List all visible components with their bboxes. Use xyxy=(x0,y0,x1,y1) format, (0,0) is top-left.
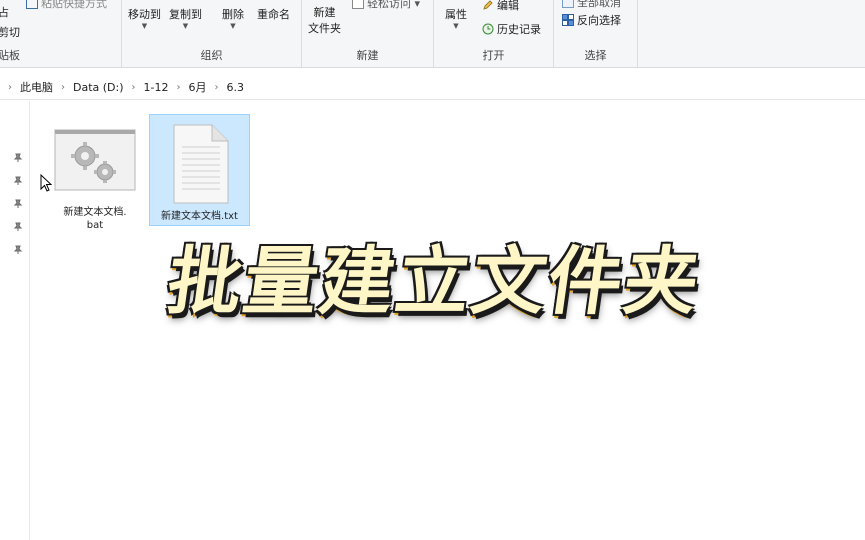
select-none-icon xyxy=(562,0,574,8)
new-group-label: 新建 xyxy=(356,49,379,62)
new-folder-label-1: 新建 xyxy=(313,6,336,19)
new-folder-label-2: 文件夹 xyxy=(308,22,341,35)
breadcrumb-chevron-icon[interactable]: › xyxy=(128,82,140,93)
move-to-button[interactable]: 移动到 ▼ xyxy=(128,6,161,30)
overlay-title: 批量建立文件夹 xyxy=(112,222,757,329)
properties-button[interactable]: 属性 ▼ xyxy=(445,6,467,30)
breadcrumb: › 此电脑 › Data (D:) › 1-12 › 6月 › 6.3 xyxy=(4,79,248,95)
edit-button[interactable]: 编辑 xyxy=(482,0,519,13)
address-bar[interactable]: › 此电脑 › Data (D:) › 1-12 › 6月 › 6.3 xyxy=(0,73,865,100)
pin-icon[interactable] xyxy=(13,199,23,209)
file-name-line: 新建文本文档. xyxy=(63,207,127,218)
cut-button[interactable]: 剪切 xyxy=(0,24,20,40)
text-file-icon xyxy=(173,124,228,204)
pin-icon[interactable] xyxy=(13,176,23,186)
clipboard-group-label: 贴板 xyxy=(0,49,20,62)
clipboard-group: 占 粘贴快捷方式 剪切 贴板 xyxy=(0,0,122,68)
delete-button[interactable]: 删除 ▼ xyxy=(222,6,244,30)
delete-label: 删除 xyxy=(222,8,244,21)
dropdown-caret-icon: ▼ xyxy=(182,22,189,30)
file-item-txt[interactable]: 新建文本文档.txt xyxy=(149,114,250,226)
select-group-label: 选择 xyxy=(584,49,607,62)
copy-to-label: 复制到 xyxy=(169,8,202,21)
rename-label: 重命名 xyxy=(257,8,290,21)
ribbon: 占 粘贴快捷方式 剪切 贴板 移动到 ▼ 复制到 ▼ 删除 ▼ 重命名 组织 新… xyxy=(0,0,865,68)
breadcrumb-item[interactable]: 此电脑 xyxy=(16,79,57,95)
easy-access-button[interactable]: 轻松访问 ▾ xyxy=(352,0,420,11)
open-group-label: 打开 xyxy=(482,49,505,62)
paste-shortcut-partial[interactable]: 粘贴快捷方式 xyxy=(26,0,107,11)
breadcrumb-chevron-icon[interactable]: › xyxy=(57,82,69,93)
pin-icon[interactable] xyxy=(13,222,23,232)
organize-group: 移动到 ▼ 复制到 ▼ 删除 ▼ 重命名 组织 xyxy=(122,0,302,68)
breadcrumb-item[interactable]: 6月 xyxy=(185,79,211,95)
checkbox-icon xyxy=(26,0,38,9)
breadcrumb-item[interactable]: 6.3 xyxy=(223,81,249,94)
pin-icon[interactable] xyxy=(13,153,23,163)
history-icon xyxy=(482,23,494,35)
breadcrumb-chevron-icon[interactable]: › xyxy=(173,82,185,93)
overlay-title-container: 批量建立文件夹 xyxy=(120,222,750,325)
cut-label: 剪切 xyxy=(0,26,20,39)
navigation-pane xyxy=(0,101,30,540)
history-label: 历史记录 xyxy=(497,23,541,36)
invert-selection-button[interactable]: 反向选择 xyxy=(562,12,621,28)
breadcrumb-chevron-icon[interactable]: › xyxy=(211,82,223,93)
batch-file-icon xyxy=(54,129,136,191)
breadcrumb-item[interactable]: Data (D:) xyxy=(69,81,128,94)
breadcrumb-item[interactable]: 1-12 xyxy=(140,81,173,94)
organize-group-label: 组织 xyxy=(200,49,223,62)
new-folder-button[interactable]: 新建 文件夹 xyxy=(308,5,341,37)
edit-label: 编辑 xyxy=(497,0,519,12)
new-group: 新建 文件夹 轻松访问 ▾ 新建 xyxy=(302,0,434,68)
open-group: 属性 ▼ 编辑 历史记录 打开 xyxy=(434,0,554,68)
properties-label: 属性 xyxy=(445,8,467,21)
easy-access-icon xyxy=(352,0,364,9)
rename-button[interactable]: 重命名 xyxy=(257,6,290,22)
move-to-label: 移动到 xyxy=(128,8,161,21)
dropdown-caret-icon: ▼ xyxy=(230,22,236,30)
dropdown-caret-icon: ▼ xyxy=(453,22,459,30)
clipboard-top-partial: 占 xyxy=(0,6,9,19)
select-group: 全部取消 反向选择 选择 xyxy=(554,0,638,68)
edit-icon xyxy=(482,0,494,11)
dropdown-caret-icon: ▼ xyxy=(141,22,148,30)
copy-to-button[interactable]: 复制到 ▼ xyxy=(169,6,202,30)
history-button[interactable]: 历史记录 xyxy=(482,21,541,37)
select-none-label: 全部取消 xyxy=(577,0,621,9)
easy-access-label: 轻松访问 xyxy=(367,0,411,10)
breadcrumb-chevron-icon: › xyxy=(8,81,12,93)
pin-icon[interactable] xyxy=(13,245,23,255)
invert-selection-icon xyxy=(562,14,574,26)
select-none-button[interactable]: 全部取消 xyxy=(562,0,621,10)
invert-selection-label: 反向选择 xyxy=(577,14,621,27)
